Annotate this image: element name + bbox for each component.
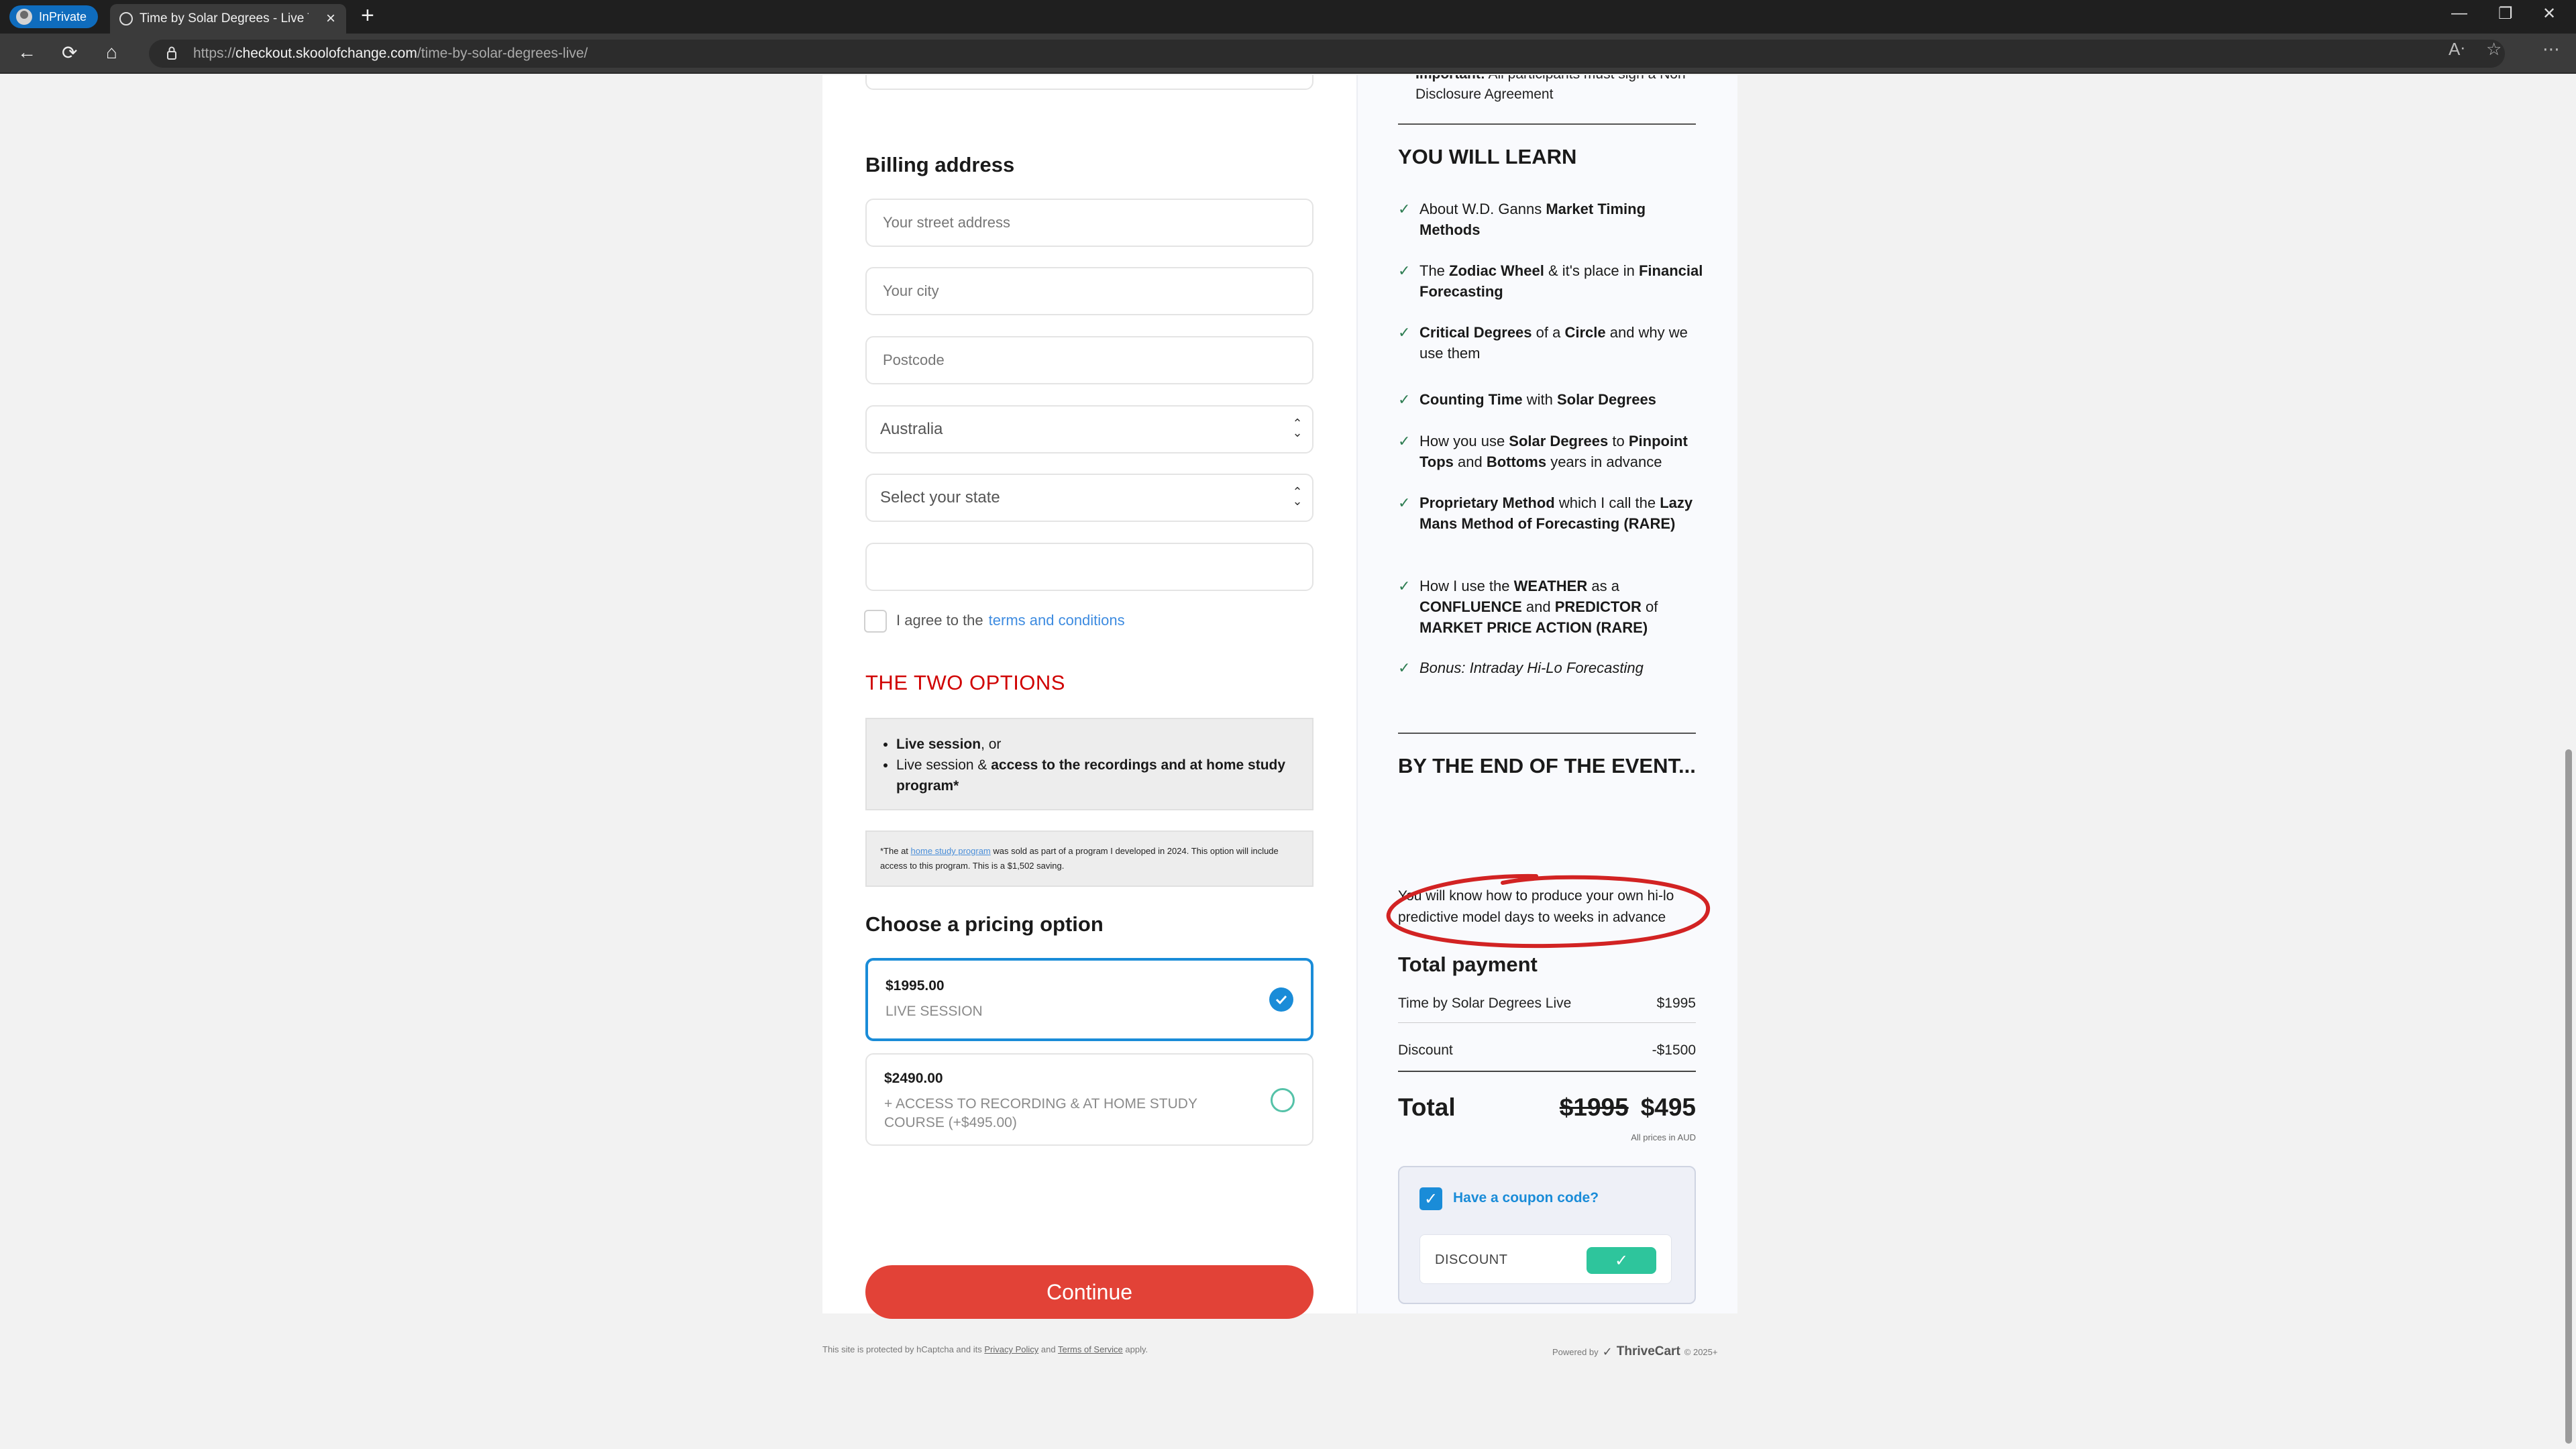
discount-row: Discount -$1500 (1398, 1042, 1696, 1058)
minimize-icon[interactable]: — (2451, 4, 2467, 23)
refresh-icon[interactable]: ⟳ (62, 42, 77, 64)
pricing-heading: Choose a pricing option (865, 912, 1104, 936)
favorite-star-icon[interactable]: ☆ (2486, 39, 2502, 60)
street-address-input[interactable]: Your street address (865, 199, 1313, 247)
brand-name[interactable]: ThriveCart (1617, 1344, 1680, 1359)
coupon-checkbox[interactable]: ✓ (1419, 1187, 1442, 1210)
check-icon: ✓ (1398, 578, 1411, 594)
footer-powered: Powered by ✓ ThriveCart © 2025+ (1552, 1344, 1718, 1359)
billing-heading: Billing address (865, 153, 1015, 176)
scrollbar[interactable] (2561, 75, 2576, 1445)
options-box: Live session, or Live session & access t… (865, 718, 1313, 810)
learn-item: ✓ Critical Degrees of a Circle and why we… (1398, 322, 1707, 364)
home-study-link[interactable]: home study program (911, 846, 991, 856)
total-payment-heading: Total payment (1398, 953, 1538, 976)
check-icon: ✓ (1398, 494, 1411, 511)
tab-title: Time by Solar Degrees - Live Training (140, 11, 309, 25)
check-icon: ✓ (1398, 433, 1411, 449)
check-icon: ✓ (1398, 262, 1411, 279)
radio-unselected-icon[interactable] (1271, 1088, 1295, 1112)
study-program-note: *The at home study program was sold as p… (865, 830, 1313, 887)
restore-icon[interactable]: ❐ (2498, 4, 2513, 23)
close-window-icon[interactable]: ✕ (2542, 4, 2556, 23)
site-favicon-icon (119, 12, 133, 25)
option-description: LIVE SESSION (885, 1004, 983, 1019)
tab-bar: InPrivate Time by Solar Degrees - Live T… (0, 0, 2576, 34)
total-new: $495 (1640, 1093, 1696, 1121)
lock-icon (167, 46, 176, 60)
url-field[interactable]: https://checkout.skoolofchange.com/time-… (149, 40, 2505, 68)
back-icon[interactable]: ← (17, 42, 36, 63)
learn-item: ✓ Counting Time with Solar Degrees (1398, 389, 1707, 410)
terms-checkbox[interactable] (864, 610, 887, 633)
learn-item: ✓ The Zodiac Wheel & it's place in Financ… (1398, 260, 1707, 302)
check-icon: ✓ (1398, 324, 1411, 341)
option-description: + ACCESS TO RECORDING & AT HOME STUDY CO… (884, 1096, 1197, 1130)
option-item-2: Live session & access to the recordings … (896, 755, 1296, 796)
captcha-field[interactable] (865, 543, 1313, 591)
learn-item: ✓ Bonus: Intraday Hi-Lo Forecasting (1398, 657, 1707, 678)
home-icon[interactable]: ⌂ (106, 42, 117, 63)
state-select[interactable]: Select your state ⌃ ⌄ (865, 474, 1313, 522)
url-host: checkout.skoolofchange.com (235, 46, 417, 61)
coupon-toggle-link[interactable]: Have a coupon code? (1453, 1190, 1599, 1206)
select-arrows-icon: ⌃ ⌄ (1292, 485, 1303, 508)
divider (1398, 1022, 1696, 1023)
nda-note: Important: All participants must sign a … (1415, 75, 1690, 102)
close-tab-icon[interactable]: × (326, 9, 335, 28)
red-circle-annotation (1386, 873, 1711, 949)
options-heading: THE TWO OPTIONS (865, 671, 1065, 694)
line-item-row: Time by Solar Degrees Live $1995 (1398, 996, 1696, 1011)
read-aloud-icon[interactable]: Aᐧ (2449, 39, 2465, 60)
learn-item: ✓ About W.D. Ganns Market Timing Methods (1398, 199, 1707, 240)
privacy-link[interactable]: Privacy Policy (984, 1344, 1038, 1354)
learn-item: ✓ Proprietary Method which I call the Laz… (1398, 492, 1707, 534)
continue-button[interactable]: Continue (865, 1265, 1313, 1319)
thrivecart-logo-icon: ✓ (1602, 1344, 1613, 1358)
new-tab-icon[interactable]: + (361, 3, 374, 29)
learn-item: ✓ How I use the WEATHER as a CONFLUENCE a… (1398, 576, 1707, 638)
footer-captcha-note: This site is protected by hCaptcha and i… (822, 1344, 1148, 1354)
more-menu-icon[interactable]: ⋯ (2542, 39, 2560, 60)
tos-link[interactable]: Terms of Service (1058, 1344, 1123, 1354)
learn-item: ✓ How you use Solar Degrees to Pinpoint T… (1398, 431, 1707, 472)
currency-note: All prices in AUD (1631, 1132, 1696, 1142)
coupon-apply-button[interactable]: ✓ (1587, 1247, 1656, 1274)
divider (1398, 1071, 1696, 1072)
url-path: /time-by-solar-degrees-live/ (417, 46, 588, 61)
end-heading: BY THE END OF THE EVENT... (1398, 754, 1696, 777)
city-input[interactable]: Your city (865, 267, 1313, 315)
page-viewport: Billing address Your street address Your… (0, 75, 2561, 1445)
terms-link[interactable]: terms and conditions (989, 612, 1125, 629)
pricing-option-live[interactable]: $1995.00 LIVE SESSION (865, 958, 1313, 1041)
browser-tab[interactable]: Time by Solar Degrees - Live Training × (110, 4, 346, 34)
address-bar: ← ⟳ ⌂ https://checkout.skoolofchange.com… (0, 34, 2576, 74)
url-prefix: https:// (193, 46, 236, 61)
divider (1398, 123, 1696, 125)
terms-agree-text: I agree to the terms and conditions (896, 612, 1125, 629)
previous-field[interactable] (865, 75, 1313, 90)
check-icon: ✓ (1398, 391, 1411, 408)
total-old: $1995 (1559, 1093, 1629, 1121)
divider (1398, 733, 1696, 734)
pricing-option-recordings[interactable]: $2490.00 + ACCESS TO RECORDING & AT HOME… (865, 1053, 1313, 1146)
option-item-1: Live session, or (896, 734, 1296, 755)
profile-icon (16, 9, 32, 25)
coupon-input[interactable]: DISCOUNT ✓ (1419, 1234, 1672, 1284)
option-amount: $2490.00 (884, 1071, 943, 1086)
check-icon: ✓ (1398, 659, 1411, 676)
select-arrows-icon: ⌃ ⌄ (1292, 417, 1303, 439)
country-select[interactable]: Australia ⌃ ⌄ (865, 405, 1313, 453)
option-amount: $1995.00 (885, 978, 945, 994)
coupon-box: ✓ Have a coupon code? DISCOUNT ✓ (1398, 1166, 1696, 1304)
inprivate-badge[interactable]: InPrivate (9, 5, 98, 28)
learn-heading: YOU WILL LEARN (1398, 145, 1577, 168)
check-icon: ✓ (1398, 201, 1411, 217)
inprivate-label: InPrivate (39, 9, 87, 23)
radio-selected-icon[interactable] (1269, 987, 1293, 1012)
postcode-input[interactable]: Postcode (865, 336, 1313, 384)
scrollbar-thumb[interactable] (2565, 749, 2572, 1444)
total-row: Total $1995 $495 (1398, 1093, 1696, 1121)
